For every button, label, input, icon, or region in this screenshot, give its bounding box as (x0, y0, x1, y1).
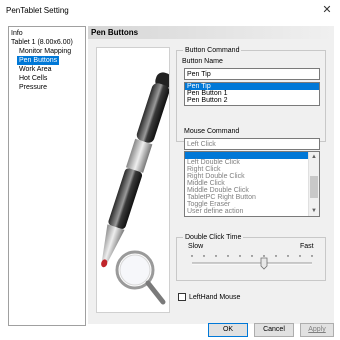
close-icon[interactable]: ✕ (320, 3, 334, 17)
mouse-command-field[interactable]: Left Click (184, 138, 320, 150)
tree-item-pen-buttons[interactable]: Pen Buttons (17, 56, 60, 65)
mouse-command-item[interactable]: Middle Double Click (185, 187, 319, 194)
apply-button[interactable]: Apply (300, 323, 334, 337)
slider-tick (251, 255, 253, 257)
mouse-command-scrollbar[interactable]: ▲ ▼ (308, 152, 319, 216)
slider-thumb[interactable] (260, 257, 268, 270)
slider-tick (299, 255, 301, 257)
main-panel: Pen Buttons Button Command Button Name P… (88, 26, 334, 324)
tree-item-hot-cells[interactable]: Hot Cells (19, 74, 47, 83)
button-name-field[interactable]: Pen Tip (184, 68, 320, 80)
button-list-item[interactable]: Pen Tip (185, 83, 319, 90)
lefthand-checkbox[interactable] (178, 293, 186, 301)
scroll-thumb[interactable] (310, 176, 318, 198)
double-click-title: Double Click Time (183, 233, 244, 242)
mouse-command-item[interactable]: User define action (185, 208, 319, 215)
ok-button[interactable]: OK (208, 323, 248, 337)
tree-item-monitor-mapping[interactable]: Monitor Mapping (19, 47, 71, 56)
tree-item-tablet[interactable]: Tablet 1 (8.00x6.00) (11, 38, 73, 47)
cancel-button[interactable]: Cancel (254, 323, 294, 337)
slider-tick (191, 255, 193, 257)
window-title: PenTablet Setting (6, 6, 69, 15)
mouse-command-list[interactable]: Left Double Click Right Click Right Doub… (184, 151, 320, 217)
settings-tree[interactable]: Info Tablet 1 (8.00x6.00) Monitor Mappin… (8, 26, 86, 326)
slider-ticks (191, 255, 313, 257)
slider-tick (263, 255, 265, 257)
mouse-command-item[interactable] (185, 152, 319, 159)
tree-item-pressure[interactable]: Pressure (19, 83, 47, 92)
lefthand-label: LeftHand Mouse (189, 294, 241, 301)
pen-illustration (96, 47, 172, 313)
mouse-command-item[interactable]: Right Click (185, 166, 319, 173)
slider-tick (311, 255, 313, 257)
slider-tick (227, 255, 229, 257)
slider-tick (239, 255, 241, 257)
button-list-item[interactable]: Pen Button 1 (185, 90, 319, 97)
mouse-command-item[interactable]: Right Double Click (185, 173, 319, 180)
button-list-item[interactable]: Pen Button 2 (185, 97, 319, 104)
button-name-label: Button Name (182, 58, 223, 65)
mouse-command-item[interactable]: Toggle Eraser (185, 201, 319, 208)
slider-tick (203, 255, 205, 257)
button-command-title: Button Command (183, 46, 242, 55)
scroll-down-icon[interactable]: ▼ (309, 206, 319, 216)
slow-label: Slow (188, 243, 204, 250)
tree-item-info[interactable]: Info (11, 29, 23, 38)
title-bar: PenTablet Setting ✕ (0, 0, 340, 22)
slider-tick (287, 255, 289, 257)
slider-tick (275, 255, 277, 257)
button-list[interactable]: Pen Tip Pen Button 1 Pen Button 2 (184, 82, 320, 106)
panel-header: Pen Buttons (88, 26, 334, 39)
mouse-command-item[interactable]: Middle Click (185, 180, 319, 187)
mouse-command-item[interactable]: TabletPC Right Button (185, 194, 319, 201)
double-click-slider[interactable] (188, 252, 316, 270)
pen-magnifier-icon (101, 72, 172, 305)
tree-item-work-area[interactable]: Work Area (19, 65, 52, 74)
panel-title: Pen Buttons (91, 28, 139, 37)
slider-tick (215, 255, 217, 257)
scroll-up-icon[interactable]: ▲ (309, 152, 319, 162)
fast-label: Fast (300, 243, 314, 250)
mouse-command-item[interactable]: Left Double Click (185, 159, 319, 166)
mouse-command-label: Mouse Command (184, 128, 240, 135)
